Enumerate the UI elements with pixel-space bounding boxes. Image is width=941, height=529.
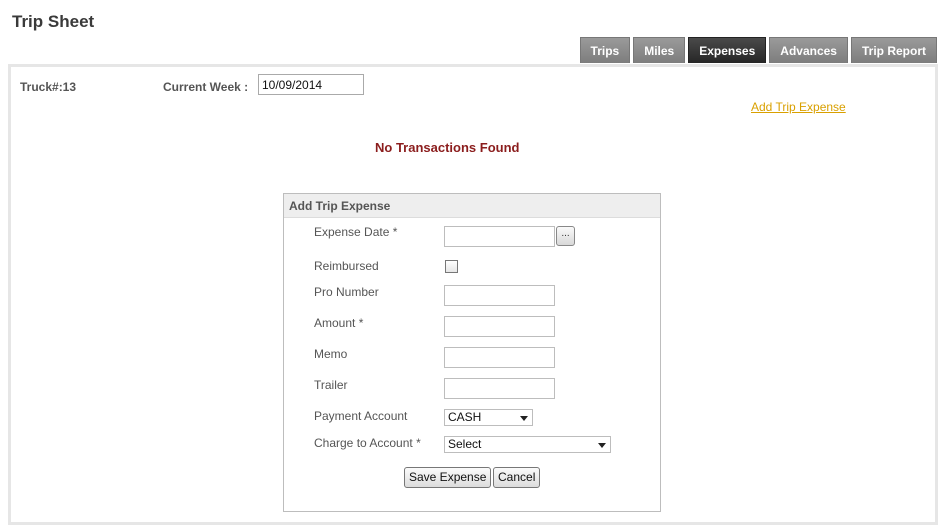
memo-label: Memo (314, 347, 348, 361)
reimbursed-label: Reimbursed (314, 259, 379, 273)
tab-miles[interactable]: Miles (633, 37, 686, 63)
current-week-label: Current Week : (163, 80, 249, 94)
current-week-input[interactable] (258, 74, 364, 95)
trailer-input[interactable] (444, 378, 555, 399)
amount-label: Amount * (314, 316, 364, 330)
amount-input[interactable] (444, 316, 555, 337)
tab-expenses[interactable]: Expenses (688, 37, 767, 63)
pro-number-label: Pro Number (314, 285, 379, 299)
chevron-down-icon (520, 416, 528, 421)
expenses-panel: Truck#:13 Current Week : Add Trip Expens… (8, 64, 938, 525)
date-picker-button[interactable]: ... (556, 226, 575, 246)
payment-account-select[interactable]: CASH (444, 409, 533, 426)
tab-bar: Trips Miles Expenses Advances Trip Repor… (579, 37, 937, 63)
payment-account-value: CASH (448, 410, 482, 424)
form-title: Add Trip Expense (284, 194, 660, 218)
expense-date-input[interactable] (444, 226, 555, 247)
charge-account-label: Charge to Account * (314, 436, 421, 450)
charge-account-value: Select (448, 437, 482, 451)
cancel-button[interactable]: Cancel (493, 467, 541, 488)
tab-trips[interactable]: Trips (579, 37, 631, 63)
expense-date-label: Expense Date * (314, 225, 398, 239)
truck-number: Truck#:13 (20, 80, 77, 94)
pro-number-input[interactable] (444, 285, 555, 306)
trailer-label: Trailer (314, 378, 348, 392)
save-expense-button[interactable]: Save Expense (404, 467, 492, 488)
add-trip-expense-link[interactable]: Add Trip Expense (751, 100, 846, 114)
tab-trip-report[interactable]: Trip Report (850, 37, 937, 63)
tab-advances[interactable]: Advances (769, 37, 848, 63)
charge-account-select[interactable]: Select (444, 436, 611, 453)
payment-account-label: Payment Account (314, 409, 408, 423)
page-title: Trip Sheet (12, 12, 95, 31)
chevron-down-icon (598, 443, 606, 448)
no-transactions-message: No Transactions Found (375, 140, 520, 155)
memo-input[interactable] (444, 347, 555, 368)
reimbursed-checkbox[interactable] (445, 260, 458, 273)
add-trip-expense-form: Add Trip Expense Expense Date * ... Reim… (283, 193, 661, 512)
